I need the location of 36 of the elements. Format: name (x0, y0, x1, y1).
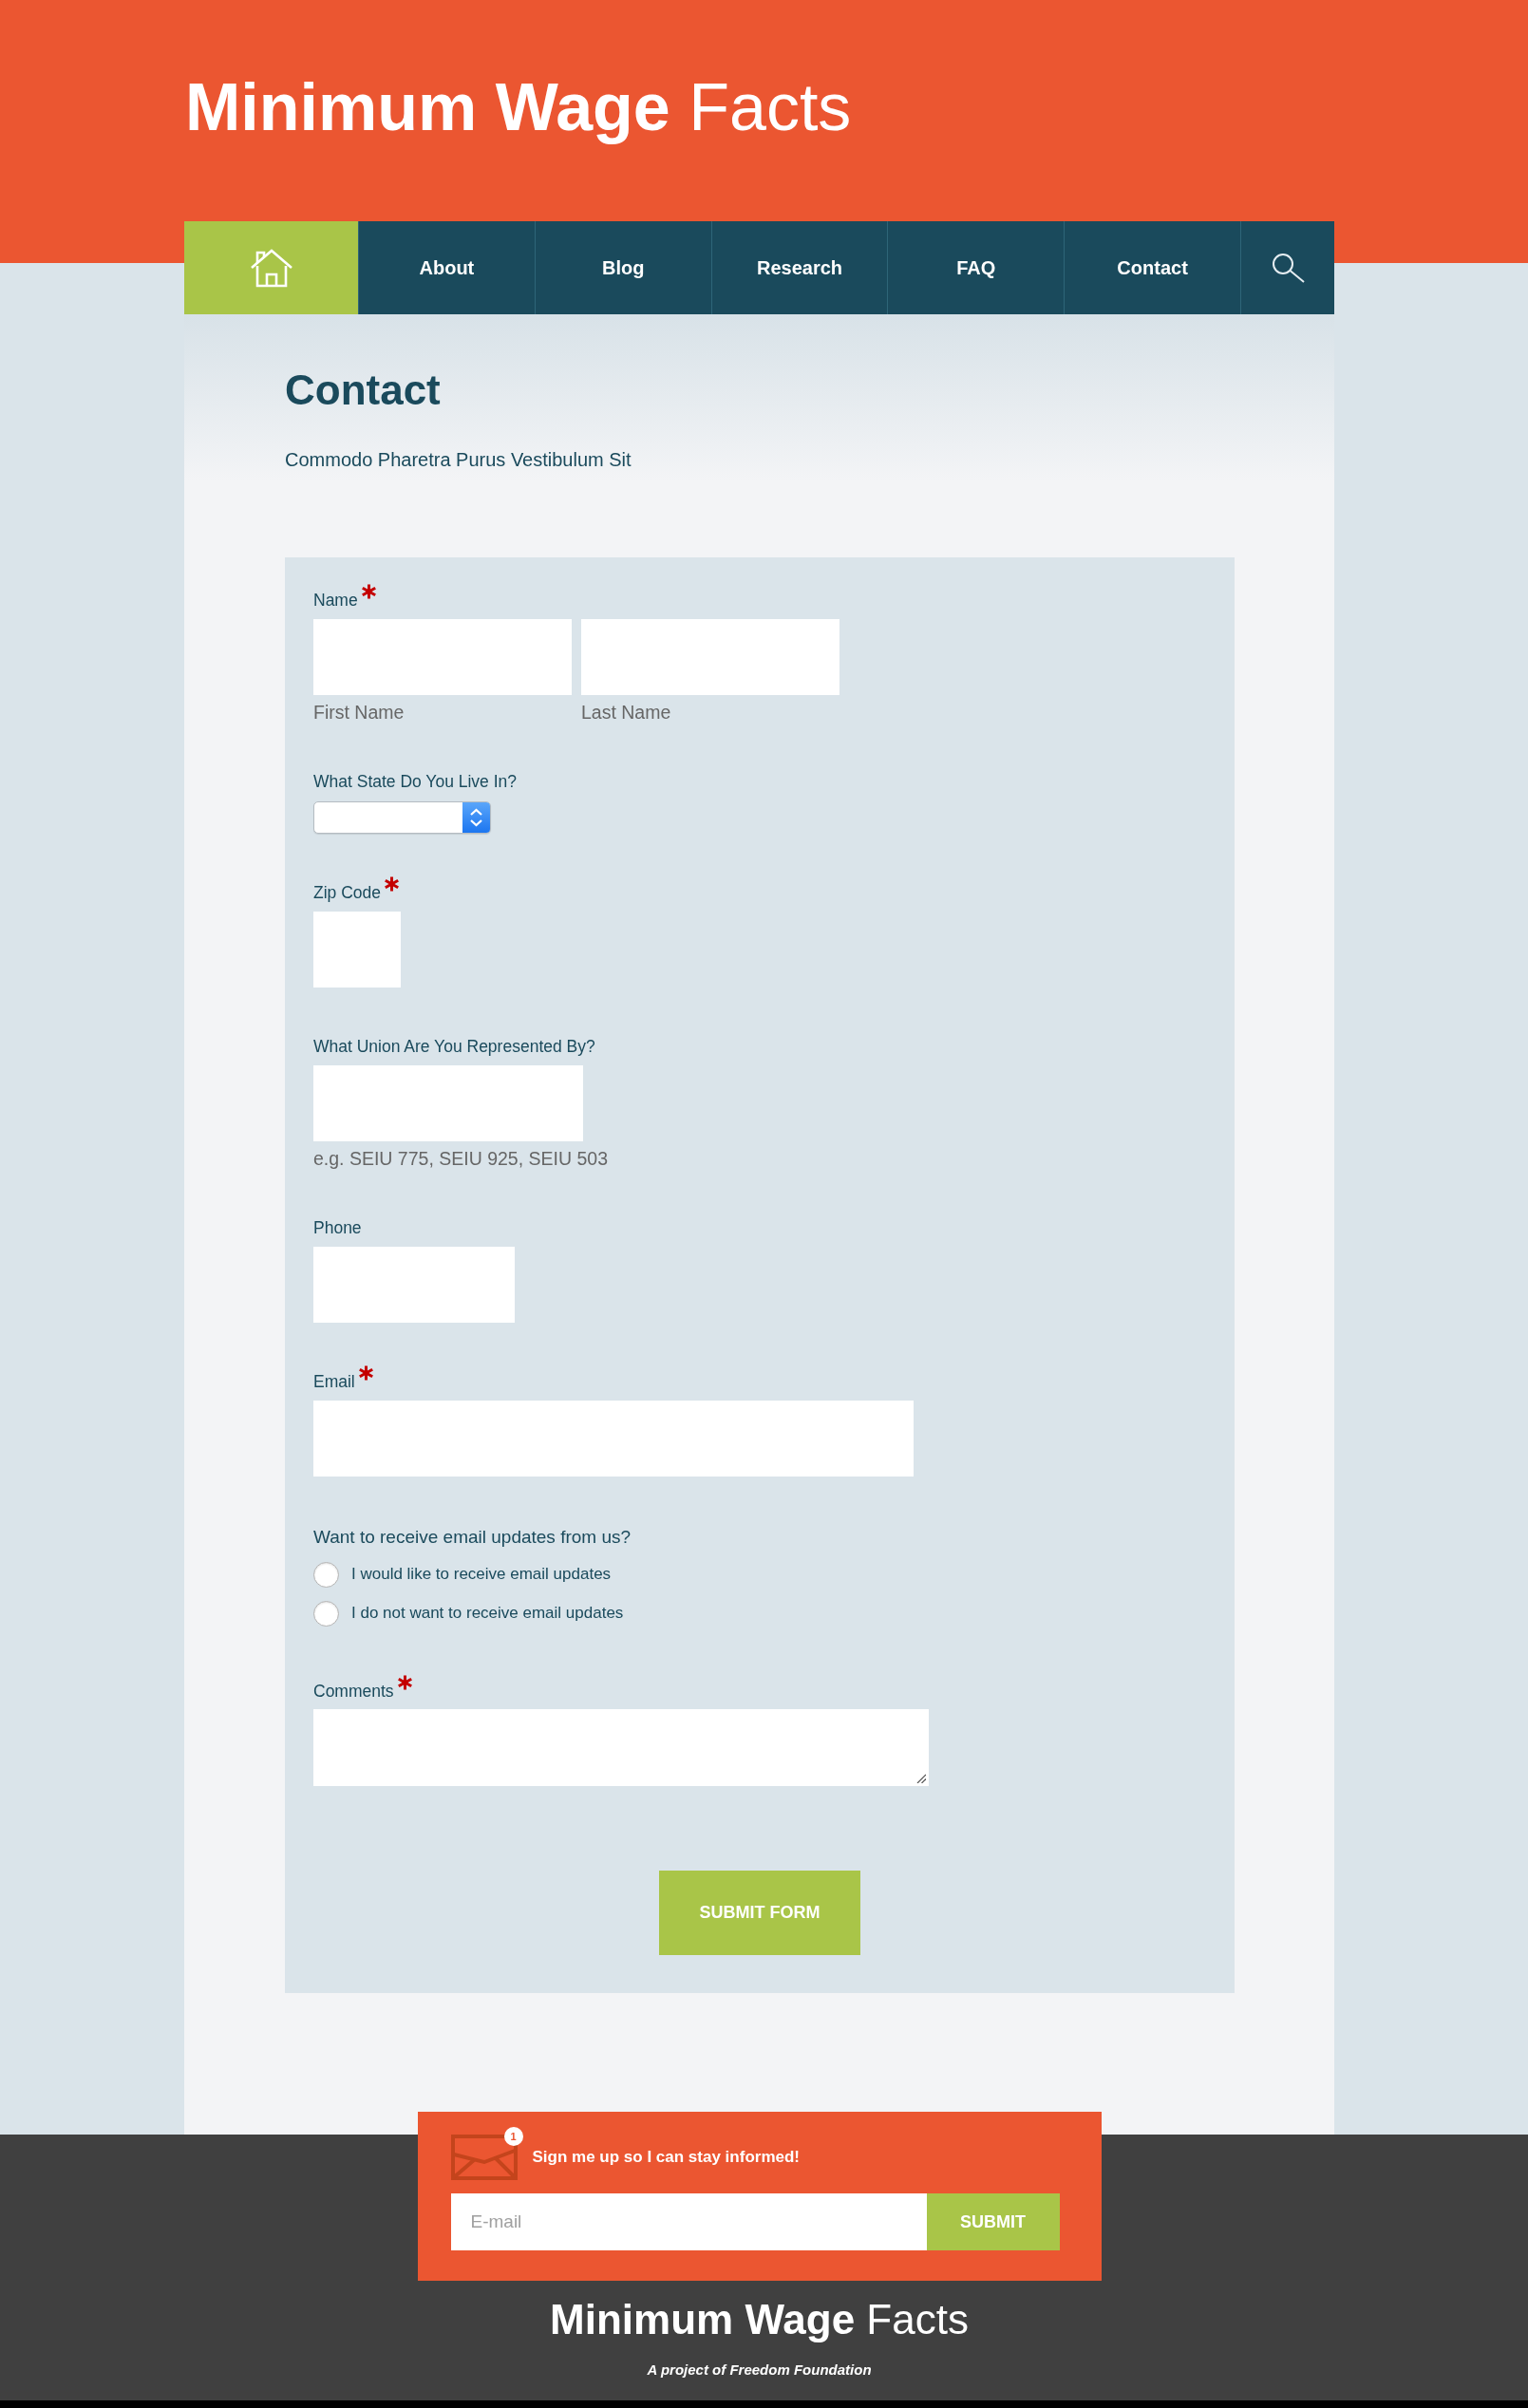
field-sublabel: First Name (313, 702, 405, 723)
page-title: Contact (285, 367, 441, 414)
field-sublabel: Last Name (581, 702, 671, 723)
field-label: Email (313, 1372, 355, 1391)
footer-tagline: A project of Freedom Foundation (647, 2361, 872, 2380)
notification-badge: 1 (503, 2127, 523, 2146)
field-label: Zip Code (313, 883, 381, 902)
radio-label: I would like to receive email updates (351, 1565, 612, 1584)
input-field[interactable] (313, 1247, 515, 1323)
envelope-icon (450, 2135, 518, 2180)
input-field[interactable] (581, 619, 839, 695)
field-hint: e.g. SEIU 775, SEIU 925, SEIU 503 (313, 1148, 608, 1169)
field-label: Want to receive email updates from us? (313, 1526, 632, 1549)
search-icon (1271, 253, 1305, 283)
newsletter-text: Sign me up so I can stay informed! (532, 2148, 800, 2167)
field-label: What State Do You Live In? (313, 772, 518, 791)
email-field[interactable]: E-mail (450, 2193, 927, 2250)
radio-button[interactable] (313, 1561, 339, 1588)
footer-title: Minimum Wage Facts (550, 2296, 969, 2343)
radio-label: I do not want to receive email updates (351, 1604, 624, 1623)
stepper-arrows-icon (462, 802, 490, 833)
resize-grip-icon[interactable] (916, 1774, 926, 1783)
input-field[interactable] (313, 1401, 914, 1477)
input-field[interactable] (313, 1065, 583, 1141)
radio-button[interactable] (313, 1600, 339, 1627)
home-icon (249, 248, 293, 288)
input-field[interactable] (313, 912, 401, 988)
field-label: What Union Are You Represented By? (313, 1037, 595, 1056)
field-label: Name (313, 591, 358, 610)
input-field[interactable] (313, 619, 572, 695)
page-subtitle: Commodo Pharetra Purus Vestibulum Sit (285, 448, 632, 471)
select-field[interactable] (313, 801, 491, 834)
field-label: Phone (313, 1218, 362, 1237)
textarea-field[interactable] (313, 1709, 929, 1786)
home-link[interactable] (184, 221, 358, 314)
field-label: Comments (313, 1682, 394, 1701)
